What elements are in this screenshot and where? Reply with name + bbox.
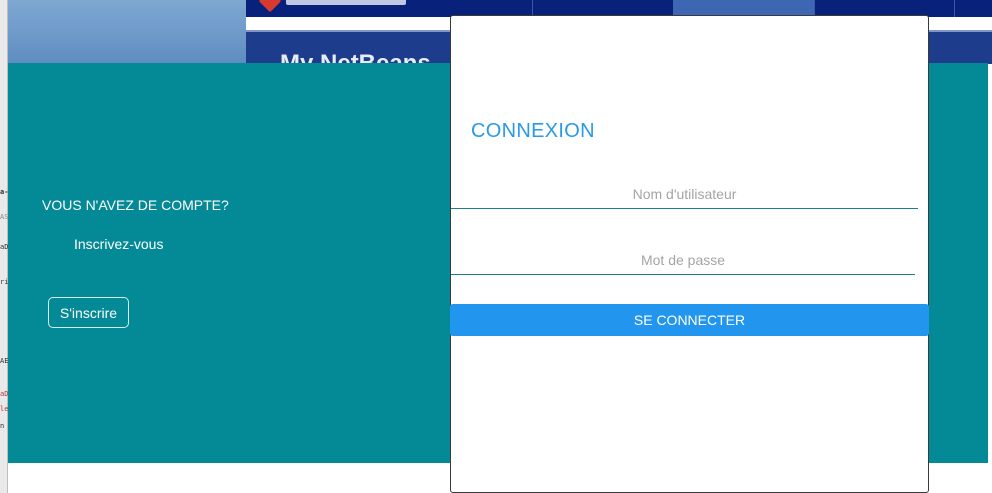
password-input[interactable] [451, 245, 915, 274]
register-invite-text: Inscrivez-vous [74, 236, 164, 252]
nav-divider [954, 0, 955, 17]
signup-button[interactable]: S'inscrire [48, 297, 129, 328]
background-text-fragment: le [0, 405, 8, 413]
background-sky-image [8, 0, 246, 64]
banner-title: My NetBeans [280, 50, 431, 64]
username-input[interactable] [451, 179, 918, 208]
background-text-fragment: a- [0, 188, 8, 196]
login-title: CONNEXION [471, 120, 595, 142]
netbeans-logo-text [286, 0, 406, 5]
netbeans-logo-icon [258, 0, 282, 13]
login-card: CONNEXION SE CONNECTER [450, 15, 929, 493]
background-side-panel: a- AS aD ri AE aD le n [0, 0, 8, 493]
password-field-wrapper [451, 245, 915, 275]
background-text-fragment: aD [0, 390, 8, 398]
background-text-fragment: aD [0, 243, 8, 251]
username-field-wrapper [451, 179, 918, 209]
background-text-fragment: n [0, 422, 5, 430]
background-text-fragment: AE [0, 357, 8, 365]
background-text-fragment: ri [0, 278, 8, 286]
register-question: VOUS N'AVEZ DE COMPTE? [42, 197, 229, 213]
background-text-fragment: AS [0, 213, 8, 221]
connect-button[interactable]: SE CONNECTER [450, 304, 929, 336]
